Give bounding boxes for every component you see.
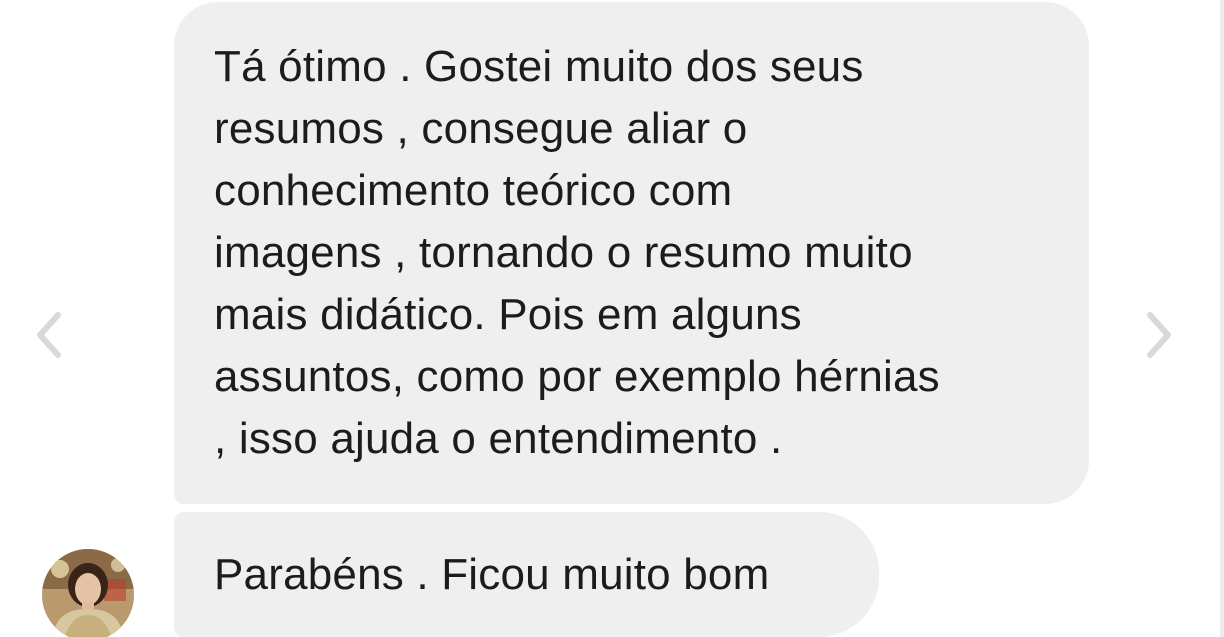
chevron-left-icon xyxy=(37,312,61,358)
message-bubble: Tá ótimo . Gostei muito dos seus resumos… xyxy=(174,2,1089,504)
chevron-right-icon xyxy=(1147,312,1171,358)
message-text: Parabéns . Ficou muito bom xyxy=(214,550,770,599)
message-line: , isso ajuda o entendimento . xyxy=(214,414,783,463)
message-line: conhecimento teórico com xyxy=(214,166,733,215)
message-line: mais didático. Pois em alguns xyxy=(214,290,802,339)
message-line: assuntos, como por exemplo hérnias xyxy=(214,352,940,401)
user-avatar xyxy=(42,549,134,637)
message-line: resumos , consegue aliar o xyxy=(214,104,748,153)
message-line: Tá ótimo . Gostei muito dos seus xyxy=(214,42,864,91)
message-bubble: Parabéns . Ficou muito bom xyxy=(174,512,879,637)
chat-screen: Tá ótimo . Gostei muito dos seus resumos… xyxy=(0,0,1224,637)
scrollbar-track xyxy=(1220,0,1224,637)
message-line: imagens , tornando o resumo muito xyxy=(214,228,913,277)
next-button[interactable] xyxy=(1144,310,1174,360)
avatar[interactable] xyxy=(42,549,134,637)
previous-button[interactable] xyxy=(34,310,64,360)
